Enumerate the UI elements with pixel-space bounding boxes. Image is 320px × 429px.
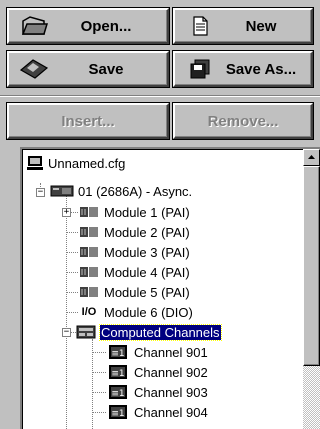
- channel-icon: ≡1: [109, 385, 127, 399]
- save-as-label: Save As...: [225, 60, 297, 78]
- save-label: Save: [88, 60, 124, 78]
- tree-item-channel[interactable]: ≡1 Channel 902: [108, 362, 208, 382]
- remove-button[interactable]: Remove...: [173, 103, 313, 139]
- tree-item-module[interactable]: Module 3 (PAI): [78, 242, 190, 262]
- vertical-scrollbar[interactable]: [303, 149, 320, 429]
- module-icon: [80, 227, 98, 237]
- module-icon: [80, 287, 98, 297]
- svg-text:≡1: ≡1: [111, 389, 124, 399]
- tree-item-label: 01 (2686A) - Async.: [78, 183, 193, 199]
- save-as-button[interactable]: Save As...: [173, 51, 313, 87]
- expand-toggle[interactable]: +: [62, 208, 71, 217]
- channel-icon: ≡1: [109, 405, 127, 419]
- tree-item-label: Channel 902: [134, 364, 208, 380]
- computer-icon: [27, 156, 43, 170]
- tree-item-label: Module 5 (PAI): [104, 284, 190, 300]
- remove-label: Remove...: [207, 112, 279, 130]
- tree-item-module[interactable]: Module 2 (PAI): [78, 222, 190, 242]
- scroll-up-button[interactable]: [303, 149, 320, 166]
- insert-label: Insert...: [61, 112, 115, 130]
- computed-channels-icon: [76, 325, 96, 339]
- svg-text:≡1: ≡1: [111, 349, 124, 359]
- insert-button[interactable]: Insert...: [7, 103, 169, 139]
- tree-item-device[interactable]: 01 (2686A) - Async.: [50, 181, 192, 201]
- tree-item-channel[interactable]: ≡1 Channel 901: [108, 342, 208, 362]
- separator: [0, 95, 320, 97]
- io-icon: I/O: [81, 306, 97, 318]
- mainframe-icon: [50, 185, 74, 197]
- tree-item-channel[interactable]: ≡1 Channel 903: [108, 382, 208, 402]
- arrow-up-icon: [308, 155, 315, 159]
- tree-item-label: Channel 904: [134, 404, 208, 420]
- new-document-icon: [183, 14, 217, 38]
- tree-item-label: Computed Channels: [99, 323, 222, 341]
- collapse-toggle[interactable]: −: [62, 328, 71, 337]
- configuration-tree[interactable]: − + − Unnamed.cfg 01 (2686A) - Async. Mo…: [20, 147, 320, 429]
- tree-item-label: Unnamed.cfg: [48, 155, 126, 171]
- folder-open-icon: [17, 14, 51, 38]
- new-label: New: [245, 17, 277, 35]
- new-button[interactable]: New: [173, 8, 313, 44]
- svg-text:≡1: ≡1: [111, 369, 124, 379]
- tree-item-channel[interactable]: ≡1 Channel 904: [108, 402, 208, 422]
- save-as-disks-icon: [183, 57, 217, 81]
- tree-item-module[interactable]: Module 5 (PAI): [78, 282, 190, 302]
- tree-item-label: Channel 901: [134, 344, 208, 360]
- open-label: Open...: [80, 17, 132, 35]
- module-icon: [80, 267, 98, 277]
- tree-item-label: Module 3 (PAI): [104, 244, 190, 260]
- module-icon: [80, 207, 98, 217]
- tree-item-label: Module 2 (PAI): [104, 224, 190, 240]
- collapse-toggle[interactable]: −: [36, 188, 45, 197]
- tree-item-module[interactable]: Module 1 (PAI): [78, 202, 190, 222]
- tree-item-root[interactable]: Unnamed.cfg: [26, 153, 125, 173]
- open-button[interactable]: Open...: [7, 8, 169, 44]
- channel-icon: ≡1: [109, 345, 127, 359]
- tree-item-label: Module 4 (PAI): [104, 264, 190, 280]
- tree-item-label: Module 1 (PAI): [104, 204, 190, 220]
- tree-item-label: Channel 903: [134, 384, 208, 400]
- svg-text:≡1: ≡1: [111, 409, 124, 419]
- channel-icon: ≡1: [109, 365, 127, 379]
- module-icon: [80, 247, 98, 257]
- tree-item-module[interactable]: Module 4 (PAI): [78, 262, 190, 282]
- tree-item-module[interactable]: I/O Module 6 (DIO): [78, 302, 193, 322]
- save-button[interactable]: Save: [7, 51, 169, 87]
- tree-item-computed-channels[interactable]: Computed Channels: [76, 322, 222, 342]
- tree-item-label: Module 6 (DIO): [104, 304, 193, 320]
- scroll-thumb[interactable]: [303, 166, 320, 366]
- save-disk-icon: [17, 57, 51, 81]
